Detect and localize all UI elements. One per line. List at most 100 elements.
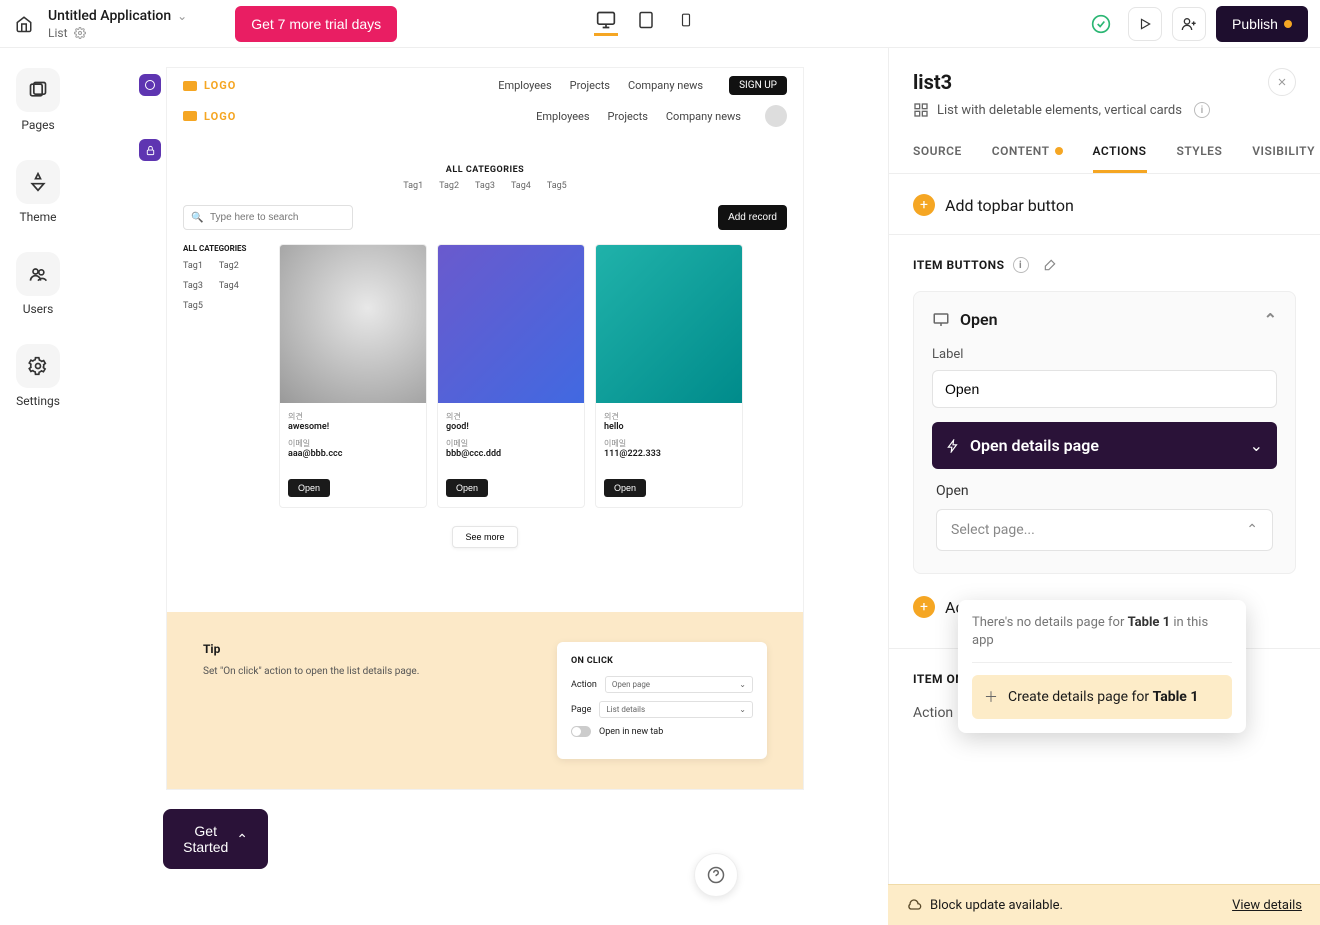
card-field-label: 이메일 (446, 438, 576, 449)
user-plus-icon (1181, 16, 1197, 32)
card-field-label: 의견 (446, 411, 576, 422)
plus-icon: ＋ (984, 687, 998, 707)
info-icon[interactable]: i (1194, 102, 1210, 118)
tab-visibility[interactable]: VISIBILITY (1252, 144, 1315, 173)
card-open-button[interactable]: Open (288, 479, 330, 497)
plus-icon: + (913, 194, 935, 216)
nav-pages[interactable]: Pages (16, 68, 60, 132)
card-field-value: awesome! (288, 422, 418, 432)
screen-icon (932, 311, 950, 329)
device-tablet[interactable] (634, 12, 658, 36)
nav-theme[interactable]: Theme (16, 160, 60, 224)
card-image (438, 245, 584, 403)
tab-source[interactable]: SOURCE (913, 144, 962, 173)
trial-button[interactable]: Get 7 more trial days (235, 6, 397, 42)
select-placeholder: Select page... (951, 522, 1035, 538)
gear-icon[interactable] (74, 27, 86, 39)
side-tag[interactable]: Tag2 (219, 261, 239, 271)
help-button[interactable] (694, 853, 738, 897)
side-tag[interactable]: Tag1 (183, 261, 203, 271)
tab-content[interactable]: CONTENT (992, 144, 1063, 173)
action-subpanel[interactable]: Open details page ⌄ (932, 422, 1277, 469)
nav-projects[interactable]: Projects (608, 110, 648, 123)
get-started-button[interactable]: Get Started ⌃ (163, 809, 268, 869)
tag[interactable]: Tag4 (511, 181, 531, 191)
search-input[interactable] (183, 205, 353, 230)
card-field-value: aaa@bbb.ccc (288, 449, 418, 459)
nav-employees[interactable]: Employees (498, 79, 551, 92)
publish-button[interactable]: Publish (1216, 6, 1308, 42)
update-bar: Block update available. View details (888, 884, 1320, 925)
card-toggle[interactable]: Open ⌃ (932, 310, 1277, 329)
see-more-button[interactable]: See more (452, 526, 517, 548)
nav-users[interactable]: Users (16, 252, 60, 316)
list-card[interactable]: 의견 good! 이메일 bbb@ccc.ddd Open (437, 244, 585, 508)
side-categories-heading: ALL CATEGORIES (183, 244, 263, 253)
nav-settings[interactable]: Settings (16, 344, 60, 408)
item-button-card: Open ⌃ Label Open details page ⌄ Open Se… (913, 291, 1296, 574)
check-circle-icon (1091, 14, 1111, 34)
section-title: ITEM BUTTONS (913, 258, 1005, 272)
card-open-button[interactable]: Open (446, 479, 488, 497)
chevron-down-icon[interactable]: ⌄ (177, 9, 187, 23)
home-button[interactable] (12, 12, 36, 36)
app-title[interactable]: Untitled Application (48, 8, 171, 24)
help-icon (707, 866, 725, 884)
panel-title: list3 (913, 70, 952, 94)
publish-label: Publish (1232, 16, 1278, 32)
add-record-button[interactable]: Add record (718, 205, 787, 230)
device-desktop[interactable] (594, 12, 618, 36)
cloud-icon (906, 897, 922, 913)
tip-page-select: List details⌄ (599, 701, 753, 718)
tip-text: Set "On click" action to open the list d… (203, 666, 517, 677)
brush-icon[interactable] (1043, 258, 1057, 272)
tag[interactable]: Tag1 (403, 181, 423, 191)
list-card[interactable]: 의견 hello 이메일 111@222.333 Open (595, 244, 743, 508)
preview-canvas[interactable]: LOGO Employees Projects Company news SIG… (167, 68, 803, 789)
card-field-value: 111@222.333 (604, 449, 734, 459)
invite-button[interactable] (1172, 7, 1206, 41)
device-mobile[interactable] (674, 12, 698, 36)
get-started-label: Get Started (183, 823, 228, 855)
nav-employees[interactable]: Employees (536, 110, 589, 123)
card-field-value: good! (446, 422, 576, 432)
card-field-label: 이메일 (604, 438, 734, 449)
nav-company-news[interactable]: Company news (628, 79, 703, 92)
all-categories-heading: ALL CATEGORIES (183, 165, 787, 175)
add-topbar-label: Add topbar button (945, 196, 1074, 215)
open-label: Open (936, 483, 1273, 499)
card-open-button[interactable]: Open (604, 479, 646, 497)
tip-example-card: ON CLICK Action Open page⌄ Page List det… (557, 642, 767, 759)
subpanel-title: Open details page (970, 436, 1099, 455)
tab-styles[interactable]: STYLES (1177, 144, 1223, 173)
logo-text: LOGO (204, 110, 236, 123)
card-title: Open (960, 310, 998, 329)
block-handle-icon[interactable] (139, 74, 161, 96)
select-page-dropdown[interactable]: Select page... ⌃ (936, 509, 1273, 551)
page-name[interactable]: List (48, 26, 68, 40)
card-field-label: 이메일 (288, 438, 418, 449)
side-tag[interactable]: Tag4 (219, 281, 239, 291)
create-details-page-button[interactable]: ＋ Create details page for Table 1 (972, 675, 1232, 719)
nav-company-news[interactable]: Company news (666, 110, 741, 123)
signup-button[interactable]: SIGN UP (729, 76, 787, 95)
nav-projects[interactable]: Projects (570, 79, 610, 92)
tag[interactable]: Tag5 (547, 181, 567, 191)
tag[interactable]: Tag2 (439, 181, 459, 191)
tag[interactable]: Tag3 (475, 181, 495, 191)
avatar[interactable] (765, 105, 787, 127)
close-button[interactable] (1268, 68, 1296, 96)
list-card[interactable]: 의견 awesome! 이메일 aaa@bbb.ccc Open (279, 244, 427, 508)
label-input[interactable] (932, 370, 1277, 408)
side-tag[interactable]: Tag3 (183, 281, 203, 291)
lightning-icon (946, 439, 960, 453)
popover-text: There's no details page for Table 1 in t… (972, 614, 1232, 650)
status-ok-button[interactable] (1084, 7, 1118, 41)
preview-button[interactable] (1128, 7, 1162, 41)
info-icon[interactable]: i (1013, 257, 1029, 273)
tab-actions[interactable]: ACTIONS (1093, 144, 1147, 173)
side-tag[interactable]: Tag5 (183, 301, 203, 311)
view-details-link[interactable]: View details (1232, 898, 1302, 913)
block-lock-handle-icon[interactable] (139, 139, 161, 161)
add-topbar-button[interactable]: + Add topbar button (913, 188, 1296, 234)
